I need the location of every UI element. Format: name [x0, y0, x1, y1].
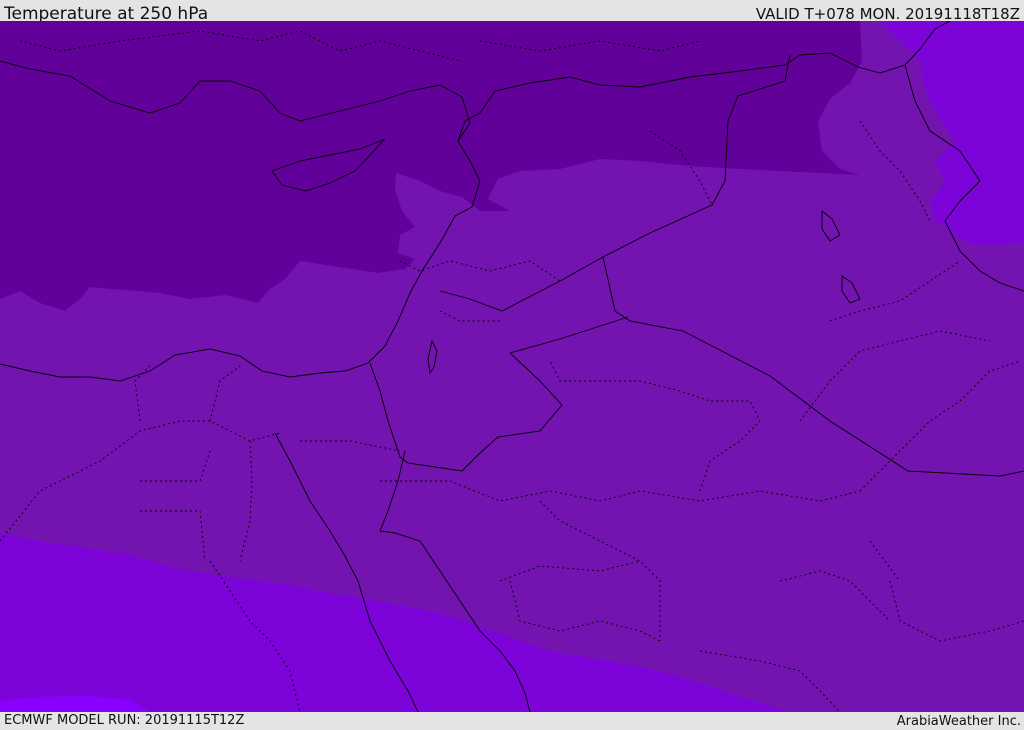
- weather-map[interactable]: [0, 21, 1024, 712]
- footer-bar: ECMWF MODEL RUN: 20191115T12Z ArabiaWeat…: [0, 712, 1024, 729]
- model-run-label: ECMWF MODEL RUN: 20191115T12Z: [4, 713, 245, 728]
- temperature-map-svg: [0, 21, 1024, 712]
- credit-label: ArabiaWeather Inc.: [896, 714, 1021, 729]
- header-bar: Temperature at 250 hPa VALID T+078 MON. …: [0, 0, 1024, 24]
